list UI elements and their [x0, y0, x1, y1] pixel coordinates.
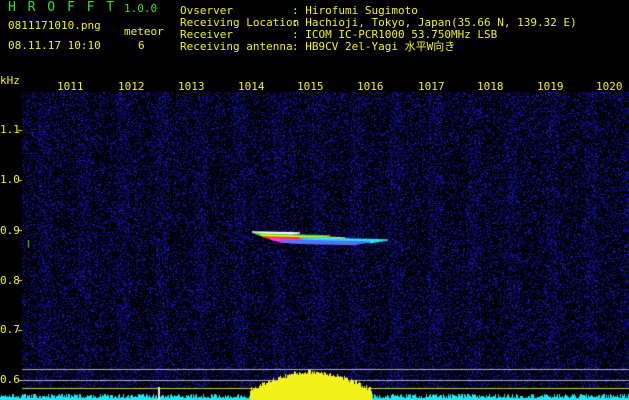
antenna-value: : HB9CV 2el-Yagi 水平W向き	[292, 40, 456, 53]
antenna-label: Receiving antenna	[180, 40, 293, 53]
x-tick-label: 1014	[238, 80, 265, 93]
x-tick-label: 1020	[596, 80, 623, 93]
y-tick-label: 0.7	[0, 323, 20, 336]
filename: 0811171010.png	[8, 19, 101, 32]
y-tick-label: 1.1	[0, 123, 20, 136]
y-tick-label: 0.9	[0, 224, 20, 237]
y-tick-label: 1.0	[0, 173, 20, 186]
y-tick-label: 0.6	[0, 373, 20, 386]
x-tick-label: 1011	[57, 80, 84, 93]
meteor-count: 6	[138, 39, 145, 52]
x-tick-label: 1018	[477, 80, 504, 93]
meteor-label: meteor	[124, 25, 164, 38]
y-unit-label: kHz	[0, 74, 20, 87]
app-title: H R O F F T	[8, 0, 117, 15]
datetime: 08.11.17 10:10	[8, 39, 101, 52]
x-tick-label: 1017	[418, 80, 445, 93]
x-tick-label: 1015	[297, 80, 324, 93]
x-tick-label: 1012	[118, 80, 145, 93]
x-tick-label: 1016	[357, 80, 384, 93]
app-version: 1.0.0	[124, 2, 158, 15]
header-panel: H R O F F T 1.0.0 0811171010.png 08.11.1…	[0, 0, 629, 78]
x-tick-label: 1019	[537, 80, 564, 93]
x-tick-label: 1013	[178, 80, 205, 93]
y-tick-label: 0.8	[0, 274, 20, 287]
